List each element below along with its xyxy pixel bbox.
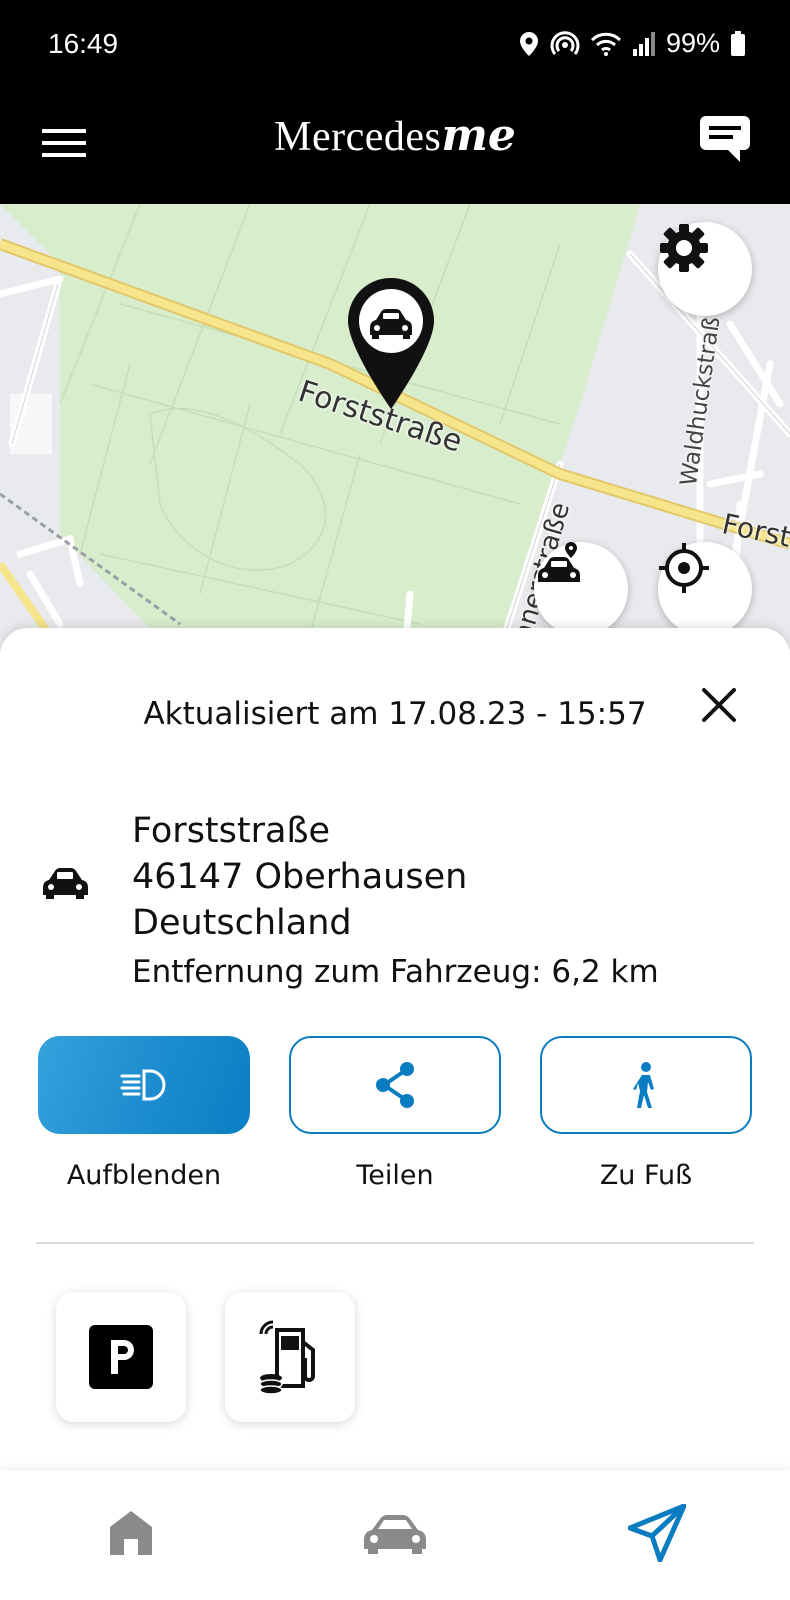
fuel-pay-tile[interactable]	[225, 1292, 355, 1422]
share-icon	[376, 1062, 414, 1108]
battery-icon	[730, 30, 746, 57]
vehicle-address: Forststraße 46147 Oberhausen Deutschland	[132, 808, 467, 946]
signal-icon	[632, 31, 656, 57]
map-settings-button[interactable]	[658, 222, 752, 316]
navigate-icon	[628, 1504, 686, 1562]
address-city: 46147 Oberhausen	[132, 857, 468, 897]
car-icon	[364, 1515, 426, 1554]
close-icon	[702, 688, 736, 722]
status-bar: 16:49 99%	[0, 0, 790, 92]
map-view[interactable]: Forststraße Waldhuckstraß Forst nnerstra…	[0, 204, 790, 650]
nav-home[interactable]	[86, 1498, 176, 1568]
headlight-flash-button[interactable]	[38, 1036, 250, 1134]
brand-logo: Mercedesme	[0, 110, 790, 161]
share-button[interactable]	[289, 1036, 501, 1134]
status-icons: 99%	[518, 28, 746, 59]
chat-icon[interactable]	[698, 114, 752, 164]
my-location-button[interactable]	[658, 542, 752, 636]
hotspot-icon	[550, 30, 580, 57]
walk-route-label: Zu Fuß	[599, 1160, 693, 1191]
headlight-icon	[120, 1069, 166, 1101]
last-updated-text: Aktualisiert am 17.08.23 - 15:57	[143, 696, 647, 732]
address-country: Deutschland	[132, 903, 352, 943]
parking-tile[interactable]	[56, 1292, 186, 1422]
car-location-pin[interactable]	[346, 276, 436, 412]
address-street: Forststraße	[132, 811, 331, 851]
brand-name: Mercedes	[274, 114, 442, 160]
bottom-navigation	[0, 1470, 790, 1600]
walk-route-button[interactable]	[540, 1036, 752, 1134]
distance-text: Entfernung zum Fahrzeug: 6,2 km	[132, 954, 659, 990]
status-time: 16:49	[48, 28, 119, 59]
brand-suffix: me	[441, 110, 516, 161]
battery-percent: 99%	[665, 28, 720, 58]
nav-navigate[interactable]	[612, 1498, 702, 1568]
close-button[interactable]	[696, 682, 742, 728]
divider	[36, 1242, 754, 1244]
car-location-icon	[538, 542, 580, 582]
car-icon	[40, 864, 90, 900]
headlight-flash-label: Aufblenden	[66, 1160, 222, 1191]
share-label: Teilen	[356, 1160, 434, 1191]
gear-icon	[660, 224, 708, 272]
vehicle-location-sheet: Aktualisiert am 17.08.23 - 15:57 Forstst…	[0, 628, 790, 1470]
nav-vehicle[interactable]	[350, 1498, 440, 1568]
wifi-icon	[590, 31, 622, 57]
walking-icon	[633, 1062, 654, 1108]
parking-icon	[89, 1325, 153, 1389]
app-header: Mercedesme	[0, 92, 790, 204]
center-on-car-button[interactable]	[534, 542, 628, 636]
fuel-pay-icon	[259, 1320, 315, 1394]
crosshair-icon	[659, 543, 709, 593]
location-icon	[518, 31, 540, 57]
home-icon	[110, 1511, 152, 1555]
